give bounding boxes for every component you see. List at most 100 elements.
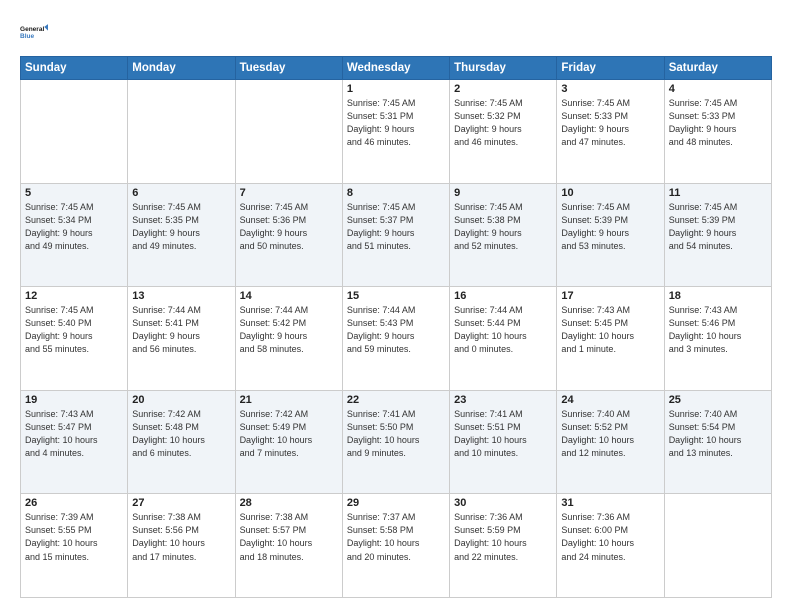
calendar-cell: 22 Sunrise: 7:41 AM Sunset: 5:50 PM Dayli…: [342, 390, 449, 494]
day-info: Sunrise: 7:43 AM Sunset: 5:47 PM Dayligh…: [25, 408, 123, 460]
calendar-cell: 8 Sunrise: 7:45 AM Sunset: 5:37 PM Daylig…: [342, 183, 449, 287]
day-number: 24: [561, 394, 659, 406]
day-number: 18: [669, 290, 767, 302]
day-info: Sunrise: 7:43 AM Sunset: 5:45 PM Dayligh…: [561, 304, 659, 356]
calendar-cell: 29 Sunrise: 7:37 AM Sunset: 5:58 PM Dayli…: [342, 494, 449, 598]
calendar-cell: [235, 80, 342, 184]
calendar-cell: 15 Sunrise: 7:44 AM Sunset: 5:43 PM Dayli…: [342, 287, 449, 391]
day-info: Sunrise: 7:36 AM Sunset: 5:59 PM Dayligh…: [454, 511, 552, 563]
calendar-cell: 11Sunrise: 7:45 AM Sunset: 5:39 PM Dayli…: [664, 183, 771, 287]
calendar-cell: 20Sunrise: 7:42 AM Sunset: 5:48 PM Dayli…: [128, 390, 235, 494]
calendar-cell: 1Sunrise: 7:45 AM Sunset: 5:31 PM Daylig…: [342, 80, 449, 184]
day-number: 14: [240, 290, 338, 302]
day-number: 12: [25, 290, 123, 302]
day-number: 4: [669, 83, 767, 95]
calendar-cell: 26 Sunrise: 7:39 AM Sunset: 5:55 PM Dayli…: [21, 494, 128, 598]
day-info: Sunrise: 7:45 AM Sunset: 5:35 PM Dayligh…: [132, 201, 230, 253]
calendar-cell: 9 Sunrise: 7:45 AM Sunset: 5:38 PM Daylig…: [450, 183, 557, 287]
day-info: Sunrise: 7:45 AM Sunset: 5:31 PM Dayligh…: [347, 97, 445, 149]
day-info: Sunrise: 7:45 AM Sunset: 5:39 PM Dayligh…: [561, 201, 659, 253]
day-number: 5: [25, 187, 123, 199]
calendar-cell: 10 Sunrise: 7:45 AM Sunset: 5:39 PM Dayli…: [557, 183, 664, 287]
page: GeneralBlue SundayMondayTuesdayWednesday…: [0, 0, 792, 612]
day-number: 3: [561, 83, 659, 95]
calendar-cell: 2 Sunrise: 7:45 AM Sunset: 5:32 PM Daylig…: [450, 80, 557, 184]
calendar-table: SundayMondayTuesdayWednesdayThursdayFrid…: [20, 56, 772, 598]
col-header-sunday: Sunday: [21, 57, 128, 80]
day-info: Sunrise: 7:41 AM Sunset: 5:50 PM Dayligh…: [347, 408, 445, 460]
col-header-monday: Monday: [128, 57, 235, 80]
day-info: Sunrise: 7:39 AM Sunset: 5:55 PM Dayligh…: [25, 511, 123, 563]
day-number: 22: [347, 394, 445, 406]
calendar-cell: 28 Sunrise: 7:38 AM Sunset: 5:57 PM Dayli…: [235, 494, 342, 598]
calendar-cell: 5 Sunrise: 7:45 AM Sunset: 5:34 PM Daylig…: [21, 183, 128, 287]
calendar-week-row: 12Sunrise: 7:45 AM Sunset: 5:40 PM Dayli…: [21, 287, 772, 391]
calendar-cell: 25Sunrise: 7:40 AM Sunset: 5:54 PM Dayli…: [664, 390, 771, 494]
day-info: Sunrise: 7:45 AM Sunset: 5:32 PM Dayligh…: [454, 97, 552, 149]
calendar-week-row: 5 Sunrise: 7:45 AM Sunset: 5:34 PM Daylig…: [21, 183, 772, 287]
calendar-cell: 19 Sunrise: 7:43 AM Sunset: 5:47 PM Dayli…: [21, 390, 128, 494]
day-number: 31: [561, 497, 659, 509]
day-number: 10: [561, 187, 659, 199]
day-number: 9: [454, 187, 552, 199]
calendar-cell: 23Sunrise: 7:41 AM Sunset: 5:51 PM Dayli…: [450, 390, 557, 494]
col-header-friday: Friday: [557, 57, 664, 80]
calendar-week-row: 1Sunrise: 7:45 AM Sunset: 5:31 PM Daylig…: [21, 80, 772, 184]
day-info: Sunrise: 7:45 AM Sunset: 5:34 PM Dayligh…: [25, 201, 123, 253]
calendar-cell: 14 Sunrise: 7:44 AM Sunset: 5:42 PM Dayli…: [235, 287, 342, 391]
day-info: Sunrise: 7:45 AM Sunset: 5:33 PM Dayligh…: [669, 97, 767, 149]
day-info: Sunrise: 7:38 AM Sunset: 5:56 PM Dayligh…: [132, 511, 230, 563]
calendar-cell: 24Sunrise: 7:40 AM Sunset: 5:52 PM Dayli…: [557, 390, 664, 494]
day-info: Sunrise: 7:44 AM Sunset: 5:43 PM Dayligh…: [347, 304, 445, 356]
day-number: 29: [347, 497, 445, 509]
day-info: Sunrise: 7:36 AM Sunset: 6:00 PM Dayligh…: [561, 511, 659, 563]
calendar-cell: 3 Sunrise: 7:45 AM Sunset: 5:33 PM Daylig…: [557, 80, 664, 184]
day-info: Sunrise: 7:43 AM Sunset: 5:46 PM Dayligh…: [669, 304, 767, 356]
day-number: 28: [240, 497, 338, 509]
day-info: Sunrise: 7:38 AM Sunset: 5:57 PM Dayligh…: [240, 511, 338, 563]
svg-text:General: General: [20, 26, 44, 33]
day-number: 17: [561, 290, 659, 302]
svg-text:Blue: Blue: [20, 33, 34, 40]
calendar-cell: 4 Sunrise: 7:45 AM Sunset: 5:33 PM Daylig…: [664, 80, 771, 184]
day-number: 19: [25, 394, 123, 406]
col-header-tuesday: Tuesday: [235, 57, 342, 80]
day-info: Sunrise: 7:44 AM Sunset: 5:42 PM Dayligh…: [240, 304, 338, 356]
calendar-cell: 16Sunrise: 7:44 AM Sunset: 5:44 PM Dayli…: [450, 287, 557, 391]
day-number: 2: [454, 83, 552, 95]
day-info: Sunrise: 7:40 AM Sunset: 5:54 PM Dayligh…: [669, 408, 767, 460]
calendar-cell: 31 Sunrise: 7:36 AM Sunset: 6:00 PM Dayli…: [557, 494, 664, 598]
calendar-cell: 18 Sunrise: 7:43 AM Sunset: 5:46 PM Dayli…: [664, 287, 771, 391]
day-info: Sunrise: 7:37 AM Sunset: 5:58 PM Dayligh…: [347, 511, 445, 563]
day-info: Sunrise: 7:45 AM Sunset: 5:37 PM Dayligh…: [347, 201, 445, 253]
calendar-cell: [664, 494, 771, 598]
logo-icon: GeneralBlue: [20, 18, 48, 46]
calendar-cell: 6 Sunrise: 7:45 AM Sunset: 5:35 PM Daylig…: [128, 183, 235, 287]
day-info: Sunrise: 7:45 AM Sunset: 5:33 PM Dayligh…: [561, 97, 659, 149]
day-info: Sunrise: 7:44 AM Sunset: 5:41 PM Dayligh…: [132, 304, 230, 356]
logo: GeneralBlue: [20, 18, 48, 46]
header: GeneralBlue: [20, 18, 772, 46]
calendar-week-row: 26 Sunrise: 7:39 AM Sunset: 5:55 PM Dayli…: [21, 494, 772, 598]
calendar-cell: [21, 80, 128, 184]
day-number: 13: [132, 290, 230, 302]
day-info: Sunrise: 7:45 AM Sunset: 5:38 PM Dayligh…: [454, 201, 552, 253]
day-number: 27: [132, 497, 230, 509]
calendar-cell: 13 Sunrise: 7:44 AM Sunset: 5:41 PM Dayli…: [128, 287, 235, 391]
day-number: 16: [454, 290, 552, 302]
calendar-header-row: SundayMondayTuesdayWednesdayThursdayFrid…: [21, 57, 772, 80]
calendar-cell: 27 Sunrise: 7:38 AM Sunset: 5:56 PM Dayli…: [128, 494, 235, 598]
calendar-cell: 30Sunrise: 7:36 AM Sunset: 5:59 PM Dayli…: [450, 494, 557, 598]
calendar-cell: 7Sunrise: 7:45 AM Sunset: 5:36 PM Daylig…: [235, 183, 342, 287]
calendar-cell: 12Sunrise: 7:45 AM Sunset: 5:40 PM Dayli…: [21, 287, 128, 391]
col-header-thursday: Thursday: [450, 57, 557, 80]
day-number: 8: [347, 187, 445, 199]
day-number: 15: [347, 290, 445, 302]
calendar-cell: [128, 80, 235, 184]
col-header-wednesday: Wednesday: [342, 57, 449, 80]
day-number: 6: [132, 187, 230, 199]
day-number: 7: [240, 187, 338, 199]
calendar-cell: 17 Sunrise: 7:43 AM Sunset: 5:45 PM Dayli…: [557, 287, 664, 391]
day-number: 26: [25, 497, 123, 509]
day-number: 23: [454, 394, 552, 406]
